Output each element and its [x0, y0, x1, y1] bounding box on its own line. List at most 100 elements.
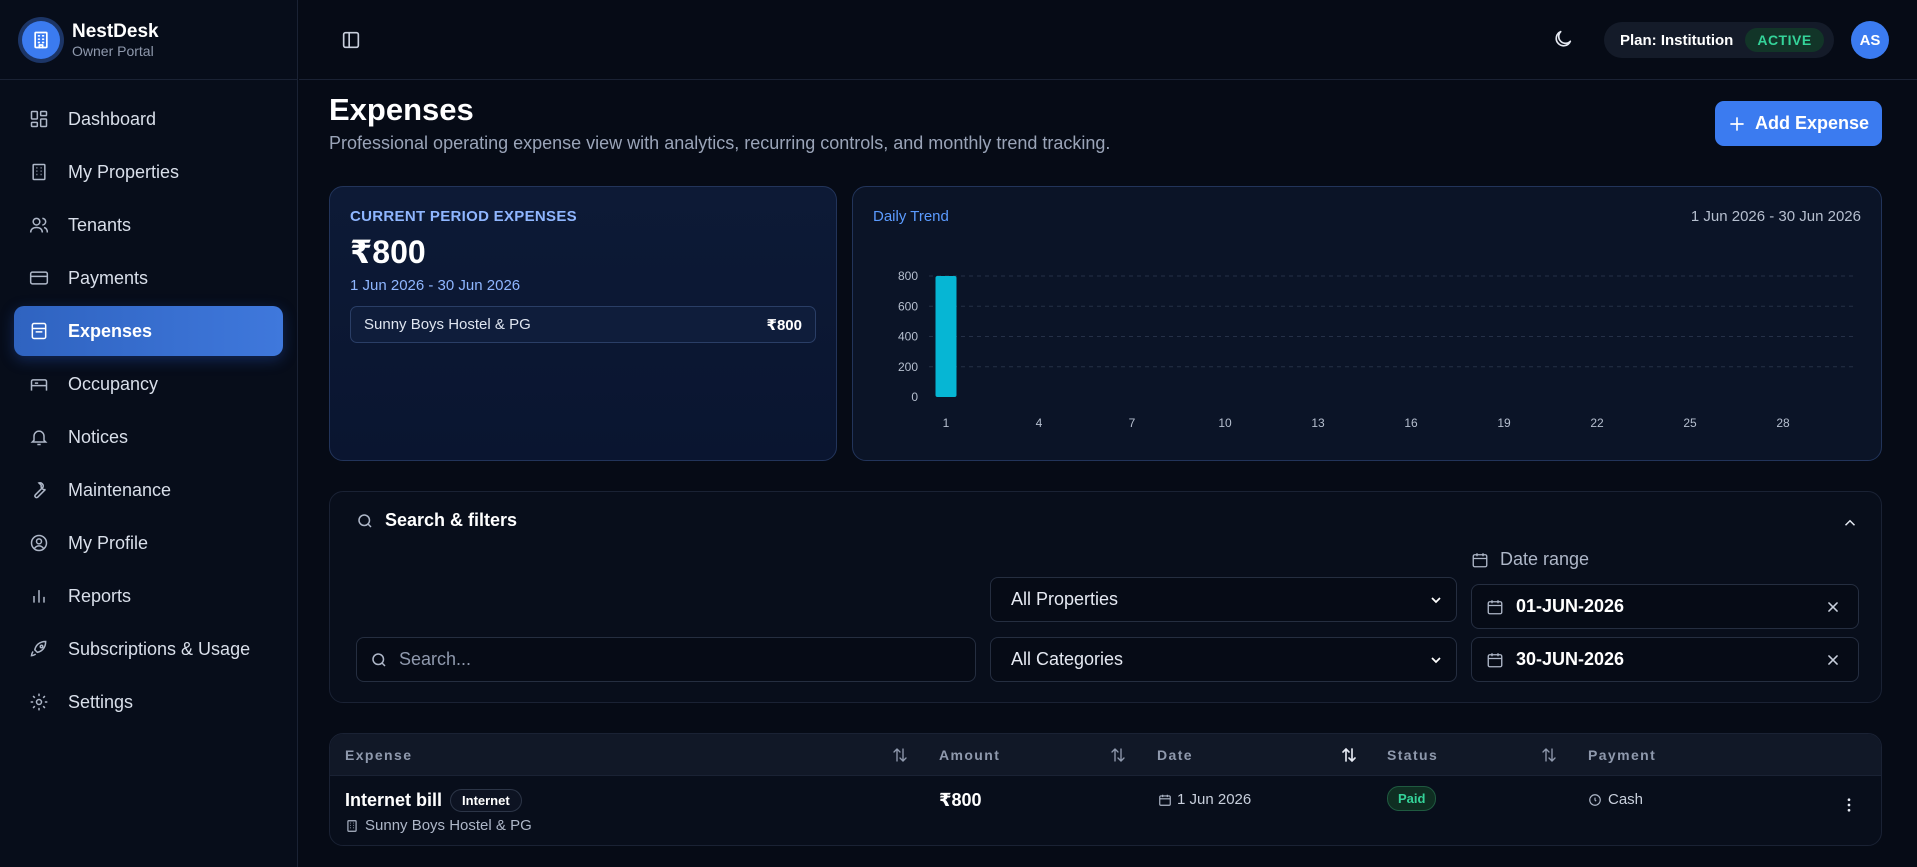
- calendar-icon: [1486, 598, 1504, 616]
- sidebar-item-label: Expenses: [68, 320, 153, 341]
- sidebar-item-payments[interactable]: Payments: [14, 253, 283, 303]
- column-header-status[interactable]: Status: [1387, 747, 1438, 763]
- users-icon: [29, 215, 49, 235]
- property-name: Sunny Boys Hostel & PG: [364, 316, 531, 333]
- search-icon: [370, 651, 388, 669]
- sidebar-item-my-properties[interactable]: My Properties: [14, 147, 283, 197]
- sidebar-item-label: Reports: [68, 585, 132, 606]
- search-input[interactable]: Search...: [356, 637, 976, 682]
- plan-label: Plan: Institution: [1620, 31, 1734, 49]
- date-to-field[interactable]: 30-JUN-2026: [1471, 637, 1859, 682]
- bar: [935, 276, 957, 397]
- page-title: Expenses: [329, 92, 474, 127]
- sidebar-item-settings[interactable]: Settings: [14, 677, 283, 727]
- bell-icon: [29, 427, 49, 447]
- sidebar-nav: Dashboard My Properties Tenants Payments…: [0, 80, 297, 727]
- sort-icon[interactable]: [1540, 746, 1558, 764]
- category-tag: Internet: [450, 789, 522, 812]
- sidebar-item-label: Payments: [68, 267, 149, 288]
- sidebar-item-occupancy[interactable]: Occupancy: [14, 359, 283, 409]
- property-amount: ₹800: [766, 316, 802, 334]
- table-row[interactable]: Internet bill Internet: [345, 789, 522, 812]
- y-tick-label: 800: [898, 269, 918, 283]
- sidebar-item-label: Tenants: [68, 214, 132, 235]
- column-header-expense[interactable]: Expense: [345, 747, 412, 763]
- period-label: CURRENT PERIOD EXPENSES: [350, 208, 577, 225]
- sidebar: NestDesk Owner Portal Dashboard My Prope…: [0, 0, 298, 867]
- x-tick-label: 4: [1036, 416, 1043, 430]
- chevron-down-icon: [1428, 652, 1444, 668]
- brand[interactable]: NestDesk Owner Portal: [0, 0, 297, 80]
- x-tick-label: 22: [1590, 416, 1604, 430]
- wrench-icon: [29, 480, 49, 500]
- current-period-card: CURRENT PERIOD EXPENSES ₹800 1 Jun 2026 …: [329, 186, 837, 461]
- y-tick-label: 200: [898, 360, 918, 374]
- chevron-down-icon: [1428, 592, 1444, 608]
- category-select[interactable]: All Categories: [990, 637, 1457, 682]
- brand-name: NestDesk: [72, 20, 159, 42]
- rocket-icon: [29, 639, 49, 659]
- sidebar-item-my-profile[interactable]: My Profile: [14, 518, 283, 568]
- x-tick-label: 28: [1776, 416, 1790, 430]
- sidebar-item-label: My Profile: [68, 532, 149, 553]
- building-icon: [345, 819, 359, 833]
- sidebar-item-label: Subscriptions & Usage: [68, 638, 251, 659]
- sort-icon[interactable]: [1109, 746, 1127, 764]
- bed-icon: [29, 374, 49, 394]
- date-from-field[interactable]: 01-JUN-2026: [1471, 584, 1859, 629]
- add-expense-label: Add Expense: [1754, 113, 1870, 133]
- sidebar-item-dashboard[interactable]: Dashboard: [14, 94, 283, 144]
- close-icon[interactable]: [1826, 600, 1840, 614]
- status-badge: Paid: [1387, 786, 1437, 811]
- x-tick-label: 16: [1404, 416, 1418, 430]
- expense-property: Sunny Boys Hostel & PG: [345, 817, 532, 834]
- search-icon: [356, 512, 374, 530]
- column-header-date[interactable]: Date: [1157, 747, 1193, 763]
- column-header-amount[interactable]: Amount: [939, 747, 1000, 763]
- filters-header[interactable]: Search & filters: [356, 510, 517, 531]
- sidebar-item-reports[interactable]: Reports: [14, 571, 283, 621]
- sidebar-item-label: Dashboard: [68, 108, 157, 129]
- expenses-table: Expense Amount Date Status Payment Inter…: [329, 733, 1882, 846]
- y-tick-label: 400: [898, 330, 918, 344]
- x-tick-label: 13: [1311, 416, 1325, 430]
- sort-active-icon[interactable]: [1340, 746, 1358, 764]
- expense-name: Internet bill: [345, 790, 443, 810]
- close-icon[interactable]: [1826, 653, 1840, 667]
- sidebar-item-subscriptions[interactable]: Subscriptions & Usage: [14, 624, 283, 674]
- chevron-up-icon[interactable]: [1841, 514, 1859, 532]
- sidebar-item-label: Occupancy: [68, 373, 159, 394]
- sidebar-item-label: Maintenance: [68, 479, 172, 500]
- calendar-icon: [1471, 551, 1489, 569]
- sidebar-toggle-icon[interactable]: [340, 29, 362, 51]
- payment-method: Cash: [1588, 791, 1643, 808]
- more-vertical-icon[interactable]: [1840, 796, 1858, 814]
- y-tick-label: 600: [898, 299, 918, 313]
- daily-trend-card: Daily Trend 1 Jun 2026 - 30 Jun 2026 0 20…: [852, 186, 1882, 461]
- credit-card-icon: [29, 268, 49, 288]
- add-expense-button[interactable]: Add Expense: [1715, 101, 1882, 146]
- expense-property-name: Sunny Boys Hostel & PG: [365, 817, 532, 834]
- sidebar-item-maintenance[interactable]: Maintenance: [14, 465, 283, 515]
- sidebar-item-tenants[interactable]: Tenants: [14, 200, 283, 250]
- x-tick-label: 7: [1129, 416, 1136, 430]
- sidebar-item-label: Notices: [68, 426, 129, 447]
- moon-icon[interactable]: [1552, 28, 1574, 50]
- search-placeholder: Search...: [399, 649, 472, 669]
- date-from-value: 01-JUN-2026: [1516, 596, 1625, 616]
- sort-icon[interactable]: [891, 746, 909, 764]
- date-to-value: 30-JUN-2026: [1516, 649, 1625, 669]
- dashboard-icon: [29, 109, 49, 129]
- period-amount: ₹800: [350, 234, 426, 270]
- sidebar-item-expenses[interactable]: Expenses: [14, 306, 283, 356]
- receipt-icon: [29, 321, 49, 341]
- sidebar-item-notices[interactable]: Notices: [14, 412, 283, 462]
- expense-amount: ₹800: [939, 790, 982, 810]
- avatar[interactable]: AS: [1851, 21, 1889, 59]
- page-subtitle: Professional operating expense view with…: [329, 133, 1111, 153]
- property-select[interactable]: All Properties: [990, 577, 1457, 622]
- gear-icon: [29, 692, 49, 712]
- plan-pill[interactable]: Plan: Institution ACTIVE: [1604, 22, 1834, 58]
- x-tick-label: 25: [1683, 416, 1697, 430]
- date-range-text: Date range: [1500, 549, 1590, 569]
